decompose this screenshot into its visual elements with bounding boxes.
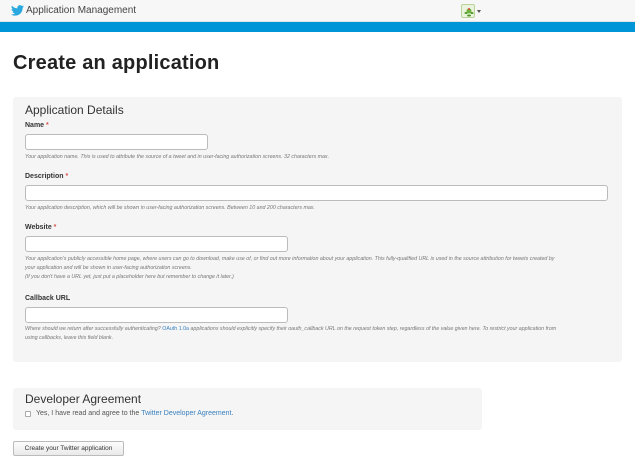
account-menu[interactable] bbox=[461, 4, 481, 18]
website-input[interactable] bbox=[25, 236, 288, 252]
create-application-button[interactable]: Create your Twitter application bbox=[13, 441, 124, 456]
required-mark: * bbox=[65, 173, 69, 180]
oauth-link[interactable]: OAuth 1.0a bbox=[162, 326, 189, 332]
website-help-line2: your application and will be shown in us… bbox=[25, 265, 192, 271]
required-mark: * bbox=[46, 122, 49, 129]
agreement-label: Yes, I have read and agree to the bbox=[36, 410, 142, 417]
description-label: Description * bbox=[25, 173, 68, 180]
application-details-legend: Application Details bbox=[25, 103, 124, 117]
agreement-suffix: . bbox=[231, 410, 234, 417]
name-label-text: Name bbox=[25, 122, 45, 129]
callback-help-line2: using callbacks, leave this field blank. bbox=[25, 335, 114, 341]
name-input[interactable] bbox=[25, 134, 208, 150]
agreement-row: Yes, I have read and agree to the Twitte… bbox=[25, 410, 233, 417]
callback-help-line1: Where should we return after successfull… bbox=[25, 325, 556, 334]
description-input[interactable] bbox=[25, 185, 608, 201]
description-help: Your application description, which will… bbox=[25, 205, 315, 211]
developer-agreement-legend: Developer Agreement bbox=[25, 392, 142, 406]
developer-agreement-link[interactable]: Twitter Developer Agreement bbox=[141, 410, 231, 417]
callback-help-text: Where should we return after successfull… bbox=[25, 326, 163, 332]
website-help-line3: (If you don't have a URL yet, just put a… bbox=[25, 274, 234, 280]
name-help: Your application name. This is used to a… bbox=[25, 154, 330, 160]
app-title[interactable]: Application Management bbox=[26, 5, 136, 16]
agreement-checkbox[interactable] bbox=[25, 410, 31, 417]
website-label-text: Website bbox=[25, 224, 52, 231]
description-label-text: Description bbox=[25, 173, 64, 180]
user-avatar-icon[interactable] bbox=[461, 4, 475, 18]
brand-bar bbox=[0, 22, 635, 32]
twitter-bird-icon[interactable] bbox=[11, 5, 24, 16]
callback-help-text-2: applications should explicitly specify t… bbox=[189, 326, 557, 332]
page-title: Create an application bbox=[13, 52, 220, 74]
chevron-down-icon[interactable] bbox=[477, 9, 481, 13]
required-mark: * bbox=[53, 224, 57, 231]
callback-url-input[interactable] bbox=[25, 307, 288, 323]
callback-label: Callback URL bbox=[25, 295, 71, 302]
website-label: Website * bbox=[25, 224, 56, 231]
name-label: Name * bbox=[25, 122, 49, 129]
top-navbar: Application Management bbox=[0, 0, 635, 22]
website-help-line1: Your application's publicly accessible h… bbox=[25, 256, 555, 262]
